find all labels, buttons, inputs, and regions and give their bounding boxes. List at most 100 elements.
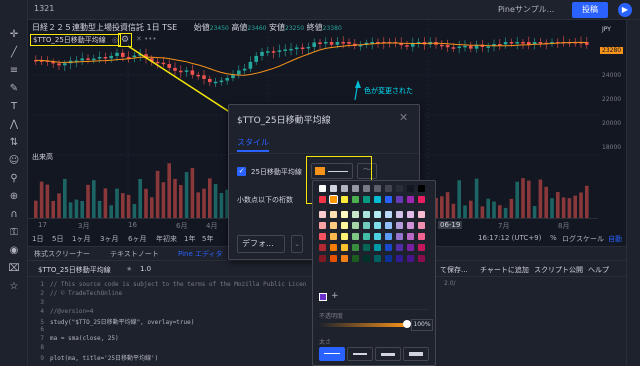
color-swatch[interactable]: [352, 211, 359, 218]
color-swatch[interactable]: [363, 185, 370, 192]
color-swatch[interactable]: [363, 233, 370, 240]
code-line[interactable]: 4 //@version=4: [32, 308, 93, 315]
color-swatch[interactable]: [374, 255, 381, 262]
color-swatch[interactable]: [407, 244, 414, 251]
editor-title[interactable]: $TTO_25日移動平均線: [38, 265, 111, 275]
tab-screener[interactable]: 株式スクリーナー: [34, 249, 90, 259]
range-ytd[interactable]: 年初来: [156, 234, 177, 244]
line-color-button[interactable]: [311, 163, 353, 179]
color-swatch[interactable]: [418, 222, 425, 229]
color-swatch[interactable]: [330, 185, 337, 192]
opacity-value[interactable]: 100%: [411, 319, 433, 331]
chevron-down-icon[interactable]: ⌄: [291, 235, 303, 253]
auto-toggle[interactable]: 自動: [608, 234, 622, 244]
log-toggle[interactable]: ログスケール: [562, 234, 604, 244]
shapes-icon[interactable]: ☺: [6, 154, 22, 168]
color-swatch[interactable]: [363, 222, 370, 229]
color-swatch[interactable]: [396, 185, 403, 192]
brush-icon[interactable]: ✎: [6, 82, 22, 96]
star-icon[interactable]: ☆: [6, 280, 22, 294]
color-swatch[interactable]: [330, 244, 337, 251]
trend-line-icon[interactable]: ╱: [6, 46, 22, 60]
color-swatch[interactable]: [385, 233, 392, 240]
color-swatch[interactable]: [330, 211, 337, 218]
code-line[interactable]: 9 plot(ma, title='25日移動平均線'): [32, 353, 158, 362]
color-swatch[interactable]: [352, 222, 359, 229]
color-swatch[interactable]: [341, 222, 348, 229]
color-swatch[interactable]: [418, 196, 425, 203]
color-swatch[interactable]: [385, 196, 392, 203]
color-swatch[interactable]: [341, 244, 348, 251]
color-swatch[interactable]: [385, 222, 392, 229]
color-swatch[interactable]: [352, 255, 359, 262]
range-3m[interactable]: 3ヶ月: [100, 234, 118, 244]
color-swatch[interactable]: [407, 255, 414, 262]
prediction-icon[interactable]: ⇅: [6, 136, 22, 150]
magnet-icon[interactable]: ∩: [6, 208, 22, 222]
color-swatch[interactable]: [418, 233, 425, 240]
percent-toggle[interactable]: %: [550, 234, 557, 242]
code-line[interactable]: 7 ma = sma(close, 25): [32, 335, 118, 342]
color-swatch[interactable]: [319, 196, 326, 203]
save-button[interactable]: て保存...: [440, 265, 468, 275]
color-swatch[interactable]: [329, 195, 338, 204]
opacity-slider[interactable]: [319, 320, 411, 328]
color-swatch[interactable]: [363, 211, 370, 218]
code-line[interactable]: 8: [32, 344, 50, 351]
color-swatch[interactable]: [407, 211, 414, 218]
color-swatch[interactable]: [319, 233, 326, 240]
crosshair-icon[interactable]: ✛: [6, 28, 22, 42]
settings-gear-icon[interactable]: ⚙: [118, 33, 132, 47]
color-swatch[interactable]: [407, 233, 414, 240]
plot-checkbox[interactable]: ✓: [237, 167, 246, 176]
color-swatch[interactable]: [418, 185, 425, 192]
color-swatch[interactable]: [341, 185, 348, 192]
color-swatch[interactable]: [385, 244, 392, 251]
color-swatch[interactable]: [363, 244, 370, 251]
color-swatch[interactable]: [385, 211, 392, 218]
color-swatch[interactable]: [330, 233, 337, 240]
code-line[interactable]: 1 // This source code is subject to the t…: [32, 281, 306, 288]
color-swatch[interactable]: [319, 244, 326, 251]
indicator-legend[interactable]: $TTO_25日移動平均線 ◎: [30, 34, 122, 46]
color-swatch[interactable]: [396, 222, 403, 229]
opacity-handle[interactable]: [403, 320, 411, 328]
color-swatch[interactable]: [374, 196, 381, 203]
color-swatch[interactable]: [396, 196, 403, 203]
color-swatch[interactable]: [352, 196, 359, 203]
color-swatch[interactable]: [352, 185, 359, 192]
color-swatch[interactable]: [418, 255, 425, 262]
color-swatch[interactable]: [385, 185, 392, 192]
thickness-2[interactable]: [347, 347, 373, 361]
plot-type-icon[interactable]: 〜: [357, 163, 377, 179]
indicator-actions[interactable]: ✕ •••: [136, 35, 156, 43]
lock-icon[interactable]: ⚿: [6, 226, 22, 240]
range-5d[interactable]: 5日: [52, 234, 63, 244]
code-line[interactable]: 3: [32, 299, 50, 306]
thickness-3[interactable]: [375, 347, 401, 361]
trash-icon[interactable]: ⌧: [6, 262, 22, 276]
color-swatch[interactable]: [330, 255, 337, 262]
color-swatch[interactable]: [418, 211, 425, 218]
thickness-4[interactable]: [403, 347, 429, 361]
script-name[interactable]: Pineサンプル...: [498, 4, 554, 15]
color-swatch[interactable]: [341, 211, 348, 218]
range-1d[interactable]: 1日: [32, 234, 43, 244]
color-swatch[interactable]: [363, 196, 370, 203]
zoom-icon[interactable]: ⊕: [6, 190, 22, 204]
color-swatch[interactable]: [396, 255, 403, 262]
range-5y[interactable]: 5年: [202, 234, 213, 244]
code-line[interactable]: 2 // © TradeTechOnline: [32, 290, 122, 297]
eye-icon[interactable]: ◉: [6, 244, 22, 258]
add-color-icon[interactable]: +: [331, 291, 339, 301]
symbol-search[interactable]: 1321: [34, 4, 54, 13]
pattern-icon[interactable]: ⋀: [6, 118, 22, 132]
color-swatch[interactable]: [352, 233, 359, 240]
color-swatch[interactable]: [418, 244, 425, 251]
color-swatch[interactable]: [341, 196, 348, 203]
color-swatch[interactable]: [396, 233, 403, 240]
range-1m[interactable]: 1ヶ月: [72, 234, 90, 244]
color-swatch[interactable]: [319, 211, 326, 218]
color-swatch[interactable]: [396, 244, 403, 251]
text-icon[interactable]: T: [6, 100, 22, 114]
